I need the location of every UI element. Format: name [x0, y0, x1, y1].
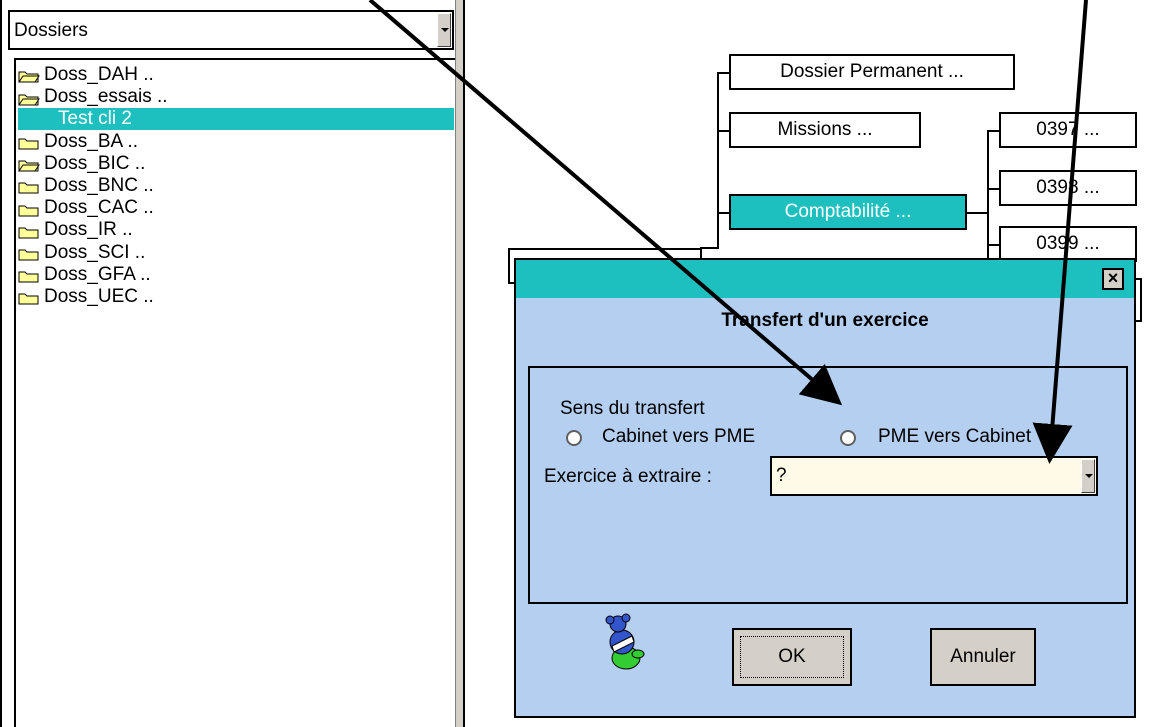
- arrow-to-pme-radio: [368, 0, 843, 406]
- annotation-arrows: [368, 0, 1088, 464]
- arrow-to-exercice-dropdown: [1032, 0, 1088, 464]
